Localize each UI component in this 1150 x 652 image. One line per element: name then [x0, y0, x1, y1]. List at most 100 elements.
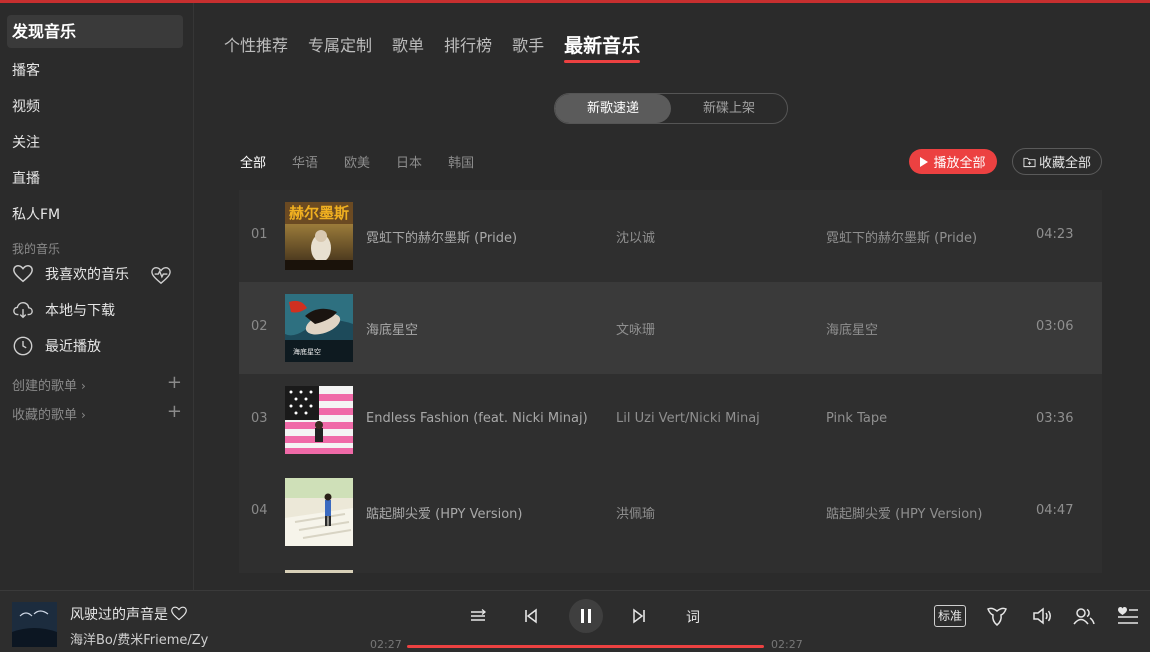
pause-icon [588, 609, 591, 623]
album-cover[interactable] [285, 386, 353, 454]
song-artist[interactable]: 沈以诚 [616, 227, 655, 246]
lyrics-button[interactable]: 词 [686, 607, 700, 627]
skip-next-icon [633, 608, 645, 624]
collected-playlists-toggle[interactable]: 收藏的歌单 › + [12, 401, 182, 423]
svg-text:海底星空: 海底星空 [293, 347, 321, 356]
progress-bar[interactable] [407, 645, 764, 648]
sidebar-item-recent-play[interactable]: 最近播放 [12, 334, 182, 358]
song-artist[interactable]: 文咏珊 [616, 319, 655, 338]
add-collected-icon[interactable]: + [167, 401, 182, 422]
total-time: 02:27 [771, 638, 803, 651]
song-album[interactable]: Pink Tape [826, 411, 887, 426]
now-playing-cover[interactable] [12, 602, 57, 647]
sound-effect-icon[interactable] [985, 604, 1009, 628]
sidebar-item-video[interactable]: 视频 [12, 96, 40, 116]
table-row[interactable]: 04 踮起脚尖爱 (HPY Version) 洪佩瑜 踮起脚尖爱 (HPY Ve… [239, 466, 1102, 558]
song-duration: 04:23 [1036, 227, 1074, 242]
tab-new-music[interactable]: 最新音乐 [564, 34, 641, 63]
song-number: 02 [251, 319, 268, 334]
filter-japan[interactable]: 日本 [396, 152, 422, 171]
now-playing-title[interactable]: 风驶过的声音是 [70, 604, 168, 624]
tab-playlist[interactable]: 歌单 [392, 34, 424, 60]
sidebar-item-discover-music[interactable]: 发现音乐 [7, 15, 183, 48]
tab-singers[interactable]: 歌手 [512, 34, 544, 60]
filter-western[interactable]: 欧美 [344, 152, 370, 171]
sidebar-item-label: 最近播放 [45, 339, 101, 355]
playlist-icon[interactable] [1116, 604, 1140, 628]
album-cover[interactable] [285, 478, 353, 546]
list-order-icon [471, 609, 487, 621]
song-album[interactable]: 踮起脚尖爱 (HPY Version) [826, 503, 982, 522]
created-playlists-toggle[interactable]: 创建的歌单 › + [12, 372, 182, 394]
current-time: 02:27 [370, 638, 402, 651]
chevron-right-icon: › [81, 379, 86, 393]
song-number: 04 [251, 503, 268, 518]
song-duration: 04:47 [1036, 503, 1074, 518]
table-row[interactable]: 02 海底星空 海底星空 文咏珊 海底星空 03:06 [239, 282, 1102, 374]
pause-icon [581, 609, 584, 623]
top-tabs: 个性推荐 专属定制 歌单 排行榜 歌手 最新音乐 [224, 34, 660, 63]
tab-charts[interactable]: 排行榜 [444, 34, 492, 60]
collected-playlists-label: 收藏的歌单 [12, 408, 78, 423]
segment-new-albums[interactable]: 新碟上架 [671, 94, 787, 123]
sidebar-item-private-fm[interactable]: 私人FM [12, 204, 60, 224]
table-row[interactable] [239, 558, 1102, 573]
filter-chinese[interactable]: 华语 [292, 152, 318, 171]
segment-new-songs[interactable]: 新歌速递 [555, 94, 671, 123]
sidebar-item-follow[interactable]: 关注 [12, 132, 40, 152]
collect-all-label: 收藏全部 [1038, 156, 1091, 171]
sidebar-item-label: 本地与下载 [45, 303, 115, 319]
next-button[interactable] [628, 605, 650, 627]
listen-together-icon[interactable] [1072, 604, 1096, 628]
album-cover[interactable] [285, 570, 353, 573]
pause-button[interactable] [569, 599, 603, 633]
chevron-right-icon: › [81, 408, 86, 422]
volume-icon[interactable] [1030, 604, 1054, 628]
song-artist[interactable]: 洪佩瑜 [616, 503, 655, 522]
heartbeat-mode-icon[interactable] [150, 265, 172, 285]
my-music-label: 我的音乐 [12, 242, 61, 256]
collect-all-button[interactable]: 收藏全部 [1012, 148, 1102, 175]
created-playlists-label: 创建的歌单 [12, 379, 78, 394]
song-album[interactable]: 霓虹下的赫尔墨斯 (Pride) [826, 227, 977, 246]
like-heart-icon[interactable] [170, 605, 188, 621]
previous-button[interactable] [520, 605, 542, 627]
folder-add-icon [1023, 157, 1036, 167]
cloud-download-icon [13, 301, 33, 319]
sidebar-item-live[interactable]: 直播 [12, 168, 40, 188]
clock-icon [13, 336, 33, 356]
sidebar-item-local-download[interactable]: 本地与下载 [12, 298, 182, 322]
table-row[interactable]: 01 赫尔墨斯 霓虹下的赫尔墨斯 (Pride) 沈以诚 霓虹下的赫尔墨斯 (P… [239, 190, 1102, 282]
album-cover[interactable]: 赫尔墨斯 [285, 202, 353, 270]
album-cover[interactable]: 海底星空 [285, 294, 353, 362]
skip-previous-icon [525, 608, 537, 624]
song-title[interactable]: 海底星空 [366, 319, 418, 338]
playlist-mode-button[interactable] [467, 605, 489, 627]
sidebar: 发现音乐 播客 视频 关注 直播 私人FM 我的音乐 我喜欢的音乐 本地与下载 … [0, 3, 194, 590]
segment-control: 新歌速递 新碟上架 [554, 93, 788, 124]
now-playing-artist[interactable]: 海洋Bo/费米Frieme/Zy [70, 629, 208, 648]
song-number: 01 [251, 227, 268, 242]
sidebar-item-podcast[interactable]: 播客 [12, 60, 40, 80]
table-row[interactable]: 03 Endless Fashion (feat. Nicki Minaj) L… [239, 374, 1102, 466]
tab-recommend[interactable]: 个性推荐 [224, 34, 288, 60]
quality-button[interactable]: 标准 [934, 605, 966, 627]
play-all-label: 播放全部 [933, 156, 986, 171]
song-artist[interactable]: Lil Uzi Vert/Nicki Minaj [616, 411, 760, 426]
song-title[interactable]: 踮起脚尖爱 (HPY Version) [366, 503, 522, 522]
tab-custom[interactable]: 专属定制 [308, 34, 372, 60]
add-playlist-icon[interactable]: + [167, 372, 182, 393]
play-all-button[interactable]: 播放全部 [909, 149, 997, 174]
filter-all[interactable]: 全部 [240, 152, 266, 171]
song-list: 01 赫尔墨斯 霓虹下的赫尔墨斯 (Pride) 沈以诚 霓虹下的赫尔墨斯 (P… [239, 190, 1102, 573]
region-filters: 全部 华语 欧美 日本 韩国 [240, 152, 500, 171]
play-icon [920, 156, 929, 167]
filter-korea[interactable]: 韩国 [448, 152, 474, 171]
song-title[interactable]: Endless Fashion (feat. Nicki Minaj) [366, 411, 588, 426]
song-album[interactable]: 海底星空 [826, 319, 878, 338]
song-number: 03 [251, 411, 268, 426]
svg-text:赫尔墨斯: 赫尔墨斯 [289, 204, 349, 222]
song-title[interactable]: 霓虹下的赫尔墨斯 (Pride) [366, 227, 517, 246]
sidebar-item-label: 我喜欢的音乐 [45, 267, 129, 283]
player-bar: 风驶过的声音是 海洋Bo/费米Frieme/Zy 词 02:27 02:27 标… [0, 590, 1150, 652]
